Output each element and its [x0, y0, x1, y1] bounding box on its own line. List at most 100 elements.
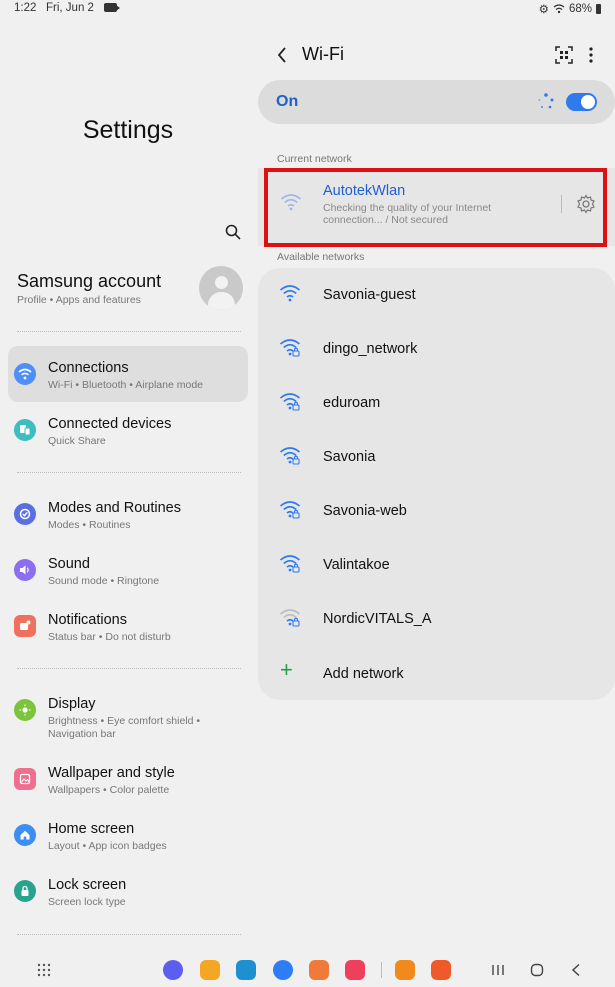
wifi-icon [14, 363, 36, 385]
network-row[interactable]: NordicVITALS_A [258, 592, 615, 646]
contacts-app-icon[interactable] [309, 960, 329, 980]
status-right: ⚙ 68% [539, 2, 601, 16]
menu-item-connections[interactable]: Connections Wi-Fi • Bluetooth • Airplane… [8, 346, 248, 402]
menu-subtitle: Layout • App icon badges [48, 840, 167, 852]
menu-title: Notifications [48, 612, 127, 628]
wifi-locked-icon [279, 393, 301, 411]
lock-icon [14, 880, 36, 902]
recents-icon[interactable] [491, 964, 505, 976]
menu-title: Display [48, 696, 96, 712]
home-icon [14, 824, 36, 846]
divider [17, 472, 241, 473]
network-name: dingo_network [323, 341, 418, 357]
menu-subtitle: Status bar • Do not disturb [48, 631, 171, 643]
home-button-icon[interactable] [530, 963, 544, 977]
back-arrow-icon[interactable] [276, 46, 288, 64]
network-name: NordicVITALS_A [323, 611, 432, 627]
search-icon[interactable] [225, 224, 241, 240]
menu-subtitle: Wi-Fi • Bluetooth • Airplane mode [48, 379, 204, 391]
app-drawer-icon[interactable] [36, 962, 52, 978]
network-row[interactable]: Savonia-guest [258, 268, 615, 322]
account-subtitle: Profile • Apps and features [17, 294, 141, 306]
menu-subtitle: Quick Share [48, 435, 106, 447]
divider [381, 962, 382, 978]
network-row[interactable]: Savonia [258, 430, 615, 484]
menu-title: Wallpaper and style [48, 765, 175, 781]
avatar[interactable] [199, 266, 243, 310]
current-network-label: Current network [277, 153, 352, 165]
wifi-on-label: On [276, 93, 299, 110]
menu-item-lock-screen[interactable]: Lock screen Screen lock type [8, 863, 248, 919]
menu-title: Lock screen [48, 877, 127, 893]
files-app-icon[interactable] [200, 960, 220, 980]
wifi-toggle-bar[interactable]: On [258, 80, 615, 124]
status-bar: 1:22 Fri, Jun 2 ⚙ 68% [0, 0, 615, 18]
divider [17, 934, 241, 935]
camera-app-icon[interactable] [431, 960, 451, 980]
wifi-toggle-switch[interactable] [566, 93, 597, 111]
battery-percent: 68% [568, 3, 592, 15]
wifi-locked-icon [279, 447, 301, 465]
wifi-status-icon [553, 4, 565, 14]
menu-title: Modes and Routines [48, 500, 181, 516]
wifi-locked-icon [279, 609, 301, 627]
display-icon [14, 699, 36, 721]
divider [17, 331, 241, 332]
menu-title: Home screen [48, 821, 135, 837]
add-network-label: Add network [323, 666, 404, 682]
menu-item-notifications[interactable]: Notifications Status bar • Do not distur… [8, 598, 248, 654]
more-options-icon[interactable] [586, 46, 596, 64]
qr-scan-icon[interactable] [555, 46, 573, 64]
calendar-app-icon[interactable] [236, 960, 256, 980]
network-row[interactable]: eduroam [258, 376, 615, 430]
menu-item-display[interactable]: Display Brightness • Eye comfort shield … [8, 682, 248, 746]
menu-subtitle: Modes • Routines [48, 519, 131, 531]
wifi-signal-icon [279, 285, 301, 302]
divider [17, 668, 241, 669]
scanning-spinner-icon [538, 93, 554, 109]
menu-title: Sound [48, 556, 90, 572]
routines-icon [14, 503, 36, 525]
internet-app-icon[interactable] [163, 960, 183, 980]
sound-icon [14, 559, 36, 581]
network-name: eduroam [323, 395, 381, 411]
network-name: Savonia-guest [323, 287, 416, 303]
status-time: 1:22 [14, 2, 37, 14]
menu-subtitle: Sound mode • Ringtone [48, 575, 160, 587]
settings-title: Settings [82, 116, 174, 144]
network-name: Valintakoe [323, 557, 390, 573]
menu-item-home-screen[interactable]: Home screen Layout • App icon badges [8, 807, 248, 863]
highlight-box [264, 168, 607, 247]
page-title: Wi-Fi [302, 44, 344, 64]
notifications-icon [14, 615, 36, 637]
add-network-button[interactable]: + Add network [258, 647, 615, 701]
menu-subtitle: Wallpapers • Color palette [48, 784, 170, 796]
menu-item-connected-devices[interactable]: Connected devices Quick Share [8, 402, 248, 458]
menu-title: Connected devices [48, 416, 172, 432]
network-row[interactable]: Valintakoe [258, 538, 615, 592]
network-name: Savonia-web [323, 503, 407, 519]
screen-recorder-app-icon[interactable] [345, 960, 365, 980]
menu-subtitle: Screen lock type [48, 896, 126, 908]
plus-icon: + [280, 657, 293, 682]
back-button-icon[interactable] [570, 963, 582, 977]
screen-record-icon [104, 3, 120, 12]
available-networks-label: Available networks [277, 251, 365, 263]
menu-item-sound[interactable]: Sound Sound mode • Ringtone [8, 542, 248, 598]
messages-app-icon[interactable] [273, 960, 293, 980]
menu-item-wallpaper[interactable]: Wallpaper and style Wallpapers • Color p… [8, 751, 248, 807]
status-date: Fri, Jun 2 [46, 2, 94, 14]
wallpaper-icon [14, 768, 36, 790]
taskbar [0, 952, 615, 987]
wifi-locked-icon [279, 501, 301, 519]
menu-subtitle: Brightness • Eye comfort shield • Naviga… [48, 715, 201, 740]
network-row[interactable]: dingo_network [258, 322, 615, 376]
network-name: Savonia [323, 449, 376, 465]
devices-icon [14, 419, 36, 441]
menu-title: Connections [48, 360, 129, 376]
alarm-icon: ⚙ [538, 4, 549, 16]
network-row[interactable]: Savonia-web [258, 484, 615, 538]
account-name: Samsung account [17, 271, 162, 291]
menu-item-modes-routines[interactable]: Modes and Routines Modes • Routines [8, 486, 248, 542]
notes-app-icon[interactable] [395, 960, 415, 980]
